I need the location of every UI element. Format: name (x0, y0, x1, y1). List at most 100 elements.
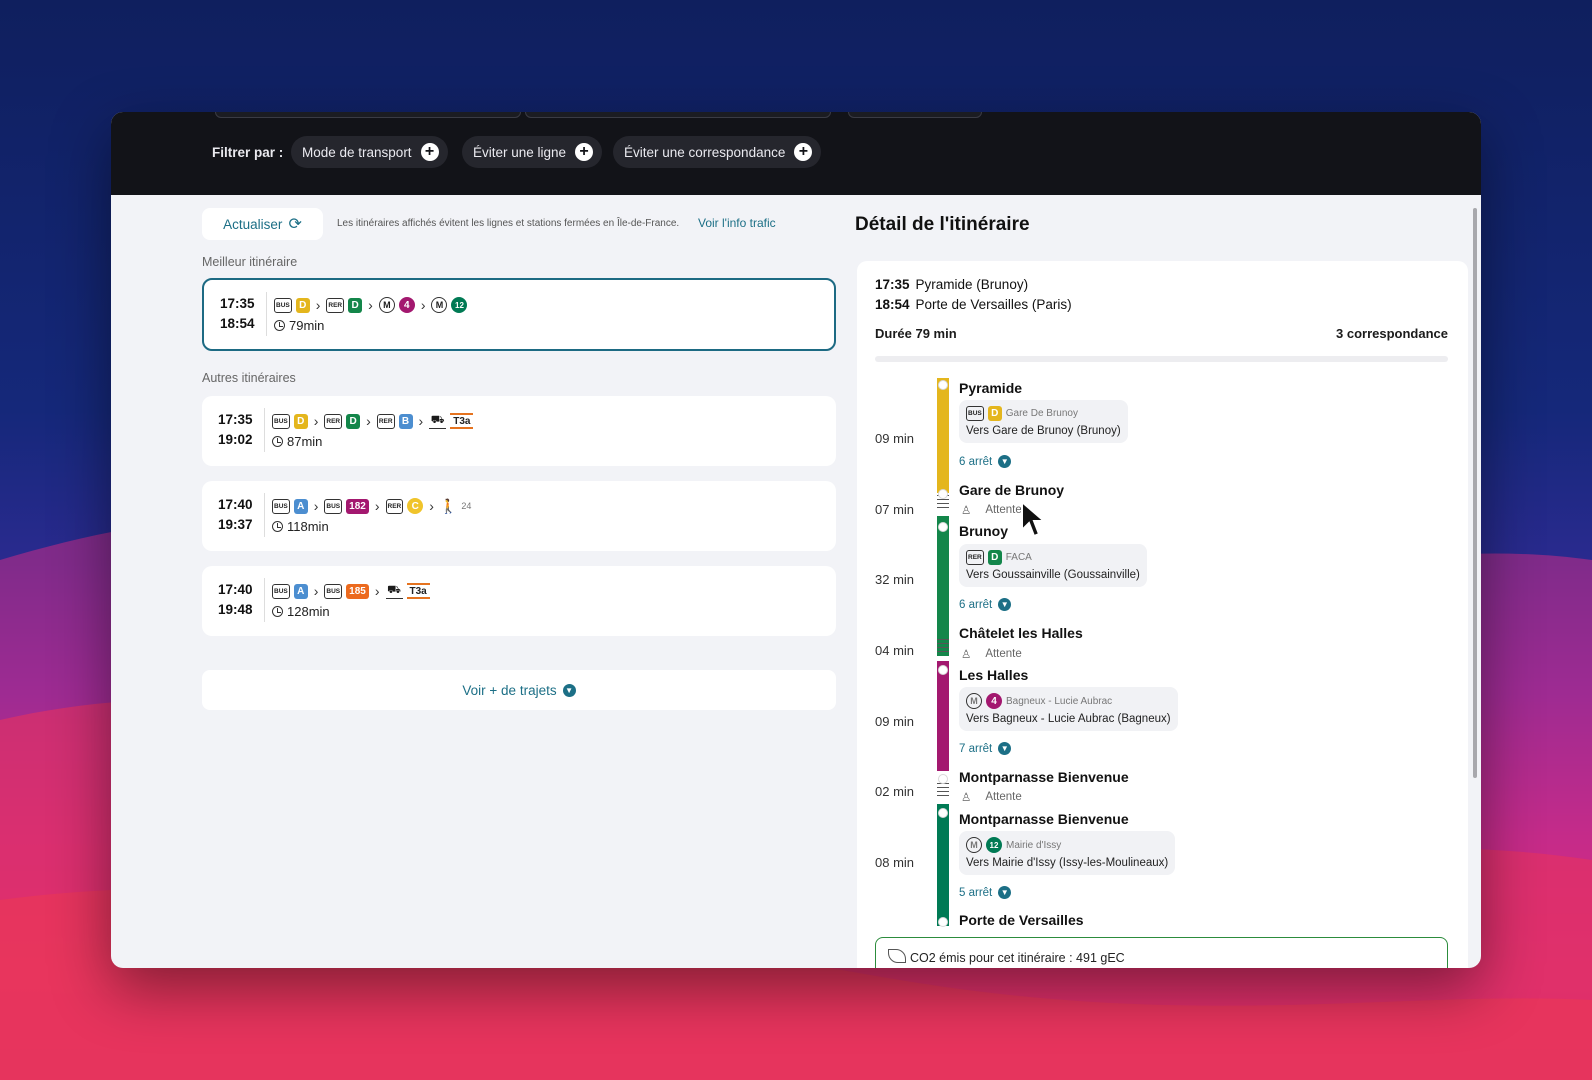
stops-toggle[interactable]: 7 arrêt ▼ (959, 742, 1012, 755)
itinerary-card[interactable]: 17:35 19:02 BUS D › RER D › RER B › ⛟ T3a… (202, 396, 836, 466)
chevron-down-icon: ▼ (998, 886, 1012, 899)
standing-person-icon: ♙ (961, 649, 972, 661)
line-badge-rer-c: C (407, 498, 424, 514)
departure-time: 17:35 (875, 277, 910, 292)
stops-toggle[interactable]: 5 arrêt ▼ (959, 886, 1012, 899)
rer-icon: RER (966, 550, 984, 565)
bus-icon: BUS (966, 406, 984, 421)
transfer-count: 3 correspondance (1336, 326, 1448, 341)
metro-icon: M (966, 837, 982, 853)
chevron-right-icon: › (313, 498, 319, 514)
leg-from: Mairie d'Issy (1006, 839, 1062, 851)
line-badge-tram-t3a: T3a (450, 413, 474, 429)
itinerary-card[interactable]: 17:40 19:48 BUS A › BUS 185 › ⛟ T3a 128mi… (202, 566, 836, 636)
itinerary-times: 17:35 19:02 (218, 410, 253, 450)
line-badge-bus-d: D (987, 406, 1002, 421)
segment-duration: 09 min (875, 431, 915, 446)
bus-icon: BUS (274, 297, 292, 313)
itinerary-detail-panel: 17:35 Pyramide (Brunoy) 18:54 Porte de Ver… (857, 261, 1468, 968)
arrival-place: Porte de Versailles (Paris) (915, 297, 1072, 312)
origin-field-edge[interactable] (215, 112, 521, 118)
line-badge-bus-185: 185 (346, 583, 369, 599)
chevron-right-icon: › (366, 413, 371, 429)
more-trips-button[interactable]: Voir + de trajets ▼ (202, 670, 836, 710)
itinerary-card[interactable]: 17:40 19:37 BUS A › BUS 182 › RER C › 🚶 2… (202, 481, 836, 551)
leg-info[interactable]: RER D FACA Vers Goussainville (Goussainvil… (959, 544, 1147, 587)
mode-sequence: BUS D › RER D › RER B › ⛟ T3a (272, 412, 474, 430)
refresh-button[interactable]: Actualiser ⟳ (202, 208, 323, 240)
bus-icon: BUS (272, 413, 290, 429)
filter-label: Filtrer par : (212, 145, 284, 160)
divider (266, 292, 267, 336)
leg-info[interactable]: M 12 Mairie d'Issy Vers Mairie d'Issy (Iss… (959, 831, 1176, 875)
chevron-right-icon: › (418, 413, 424, 429)
chevron-down-icon: ▼ (998, 742, 1012, 755)
duration-text: 118min (287, 519, 329, 534)
departure-time: 17:35 (220, 296, 255, 311)
itinerary-duration: 79min (274, 318, 324, 333)
line-badge-tram-t3a: T3a (406, 583, 430, 599)
departure-time: 17:40 (218, 582, 253, 597)
mode-sequence: BUS A › BUS 185 › ⛟ T3a (272, 582, 430, 600)
destination-field-edge[interactable] (525, 112, 831, 118)
duration-text: 128min (287, 604, 330, 619)
other-itineraries-title: Autres itinéraires (202, 371, 296, 385)
itinerary-times: 17:40 19:48 (218, 580, 253, 620)
traffic-info-link[interactable]: Voir l'info trafic (698, 216, 776, 230)
chip-avoid-transfer[interactable]: Éviter une correspondance + (613, 136, 822, 168)
stop-name: Porte de Versailles (959, 912, 1084, 928)
clock-icon (272, 521, 283, 532)
rer-icon: RER (326, 297, 345, 313)
total-duration: Durée 79 min (875, 326, 957, 341)
leg-info[interactable]: M 4 Bagneux - Lucie Aubrac Vers Bagneux - … (959, 687, 1178, 731)
wait-label: Attente (985, 648, 1022, 660)
timeline-segment-metro-4 (937, 661, 949, 771)
chevron-right-icon: › (374, 583, 380, 599)
bus-icon: BUS (324, 498, 343, 514)
stops-count: 6 arrêt (959, 598, 993, 611)
line-badge-rer-b: B (398, 413, 413, 429)
closures-note: Les itinéraires affichés évitent les lig… (337, 218, 680, 229)
chevron-right-icon: › (374, 498, 380, 514)
timeline-node (938, 489, 948, 499)
date-field-edge[interactable] (848, 112, 982, 118)
divider (264, 578, 265, 622)
line-badge-bus-d: D (293, 413, 308, 429)
clock-icon (272, 606, 283, 617)
clock-icon (274, 320, 285, 331)
plus-icon: + (420, 143, 439, 161)
stop-name: Brunoy (959, 523, 1008, 539)
stops-toggle[interactable]: 6 arrêt ▼ (959, 598, 1012, 611)
itinerary-duration: 87min (272, 434, 322, 449)
chevron-right-icon: › (429, 498, 434, 514)
leg-from: Gare De Brunoy (1005, 408, 1078, 419)
mode-sequence: BUS A › BUS 182 › RER C › 🚶 24 (272, 497, 471, 515)
itinerary-times: 17:40 19:37 (218, 495, 253, 535)
segment-duration: 32 min (875, 572, 915, 587)
scrollbar[interactable] (1473, 208, 1477, 778)
timeline-transfer (937, 639, 949, 655)
trip-summary: 17:35 Pyramide (Brunoy) 18:54 Porte de Ver… (875, 275, 1072, 315)
plus-icon: + (575, 143, 594, 161)
chevron-right-icon: › (313, 583, 319, 599)
departure-place: Pyramide (Brunoy) (915, 277, 1029, 292)
chip-label: Éviter une correspondance (624, 144, 786, 160)
leaf-icon (888, 949, 906, 963)
co2-info: CO2 émis pour cet itinéraire : 491 gEC (875, 937, 1448, 968)
leg-info[interactable]: BUS D Gare De Brunoy Vers Gare de Brunoy (… (959, 400, 1128, 443)
stops-count: 5 arrêt (959, 886, 993, 899)
chip-label: Mode de transport (302, 144, 412, 160)
chip-transport-mode[interactable]: Mode de transport + (291, 136, 448, 168)
itinerary-card-best[interactable]: 17:35 18:54 BUS D › RER D › M 4 › M 12 79… (202, 278, 836, 351)
chevron-down-icon: ▼ (998, 455, 1012, 468)
line-badge-bus-d: D (295, 297, 310, 313)
stops-toggle[interactable]: 6 arrêt ▼ (959, 455, 1012, 468)
line-badge-rer-d: D (348, 297, 363, 313)
timeline-segment-metro-12 (937, 804, 949, 926)
rer-icon: RER (376, 413, 395, 429)
stop-name: Châtelet les Halles (959, 625, 1083, 641)
stop-name: Pyramide (959, 380, 1023, 396)
chip-avoid-line[interactable]: Éviter une ligne + (462, 136, 603, 168)
metro-icon: M (966, 693, 982, 709)
detail-title: Détail de l'itinéraire (855, 214, 1030, 235)
